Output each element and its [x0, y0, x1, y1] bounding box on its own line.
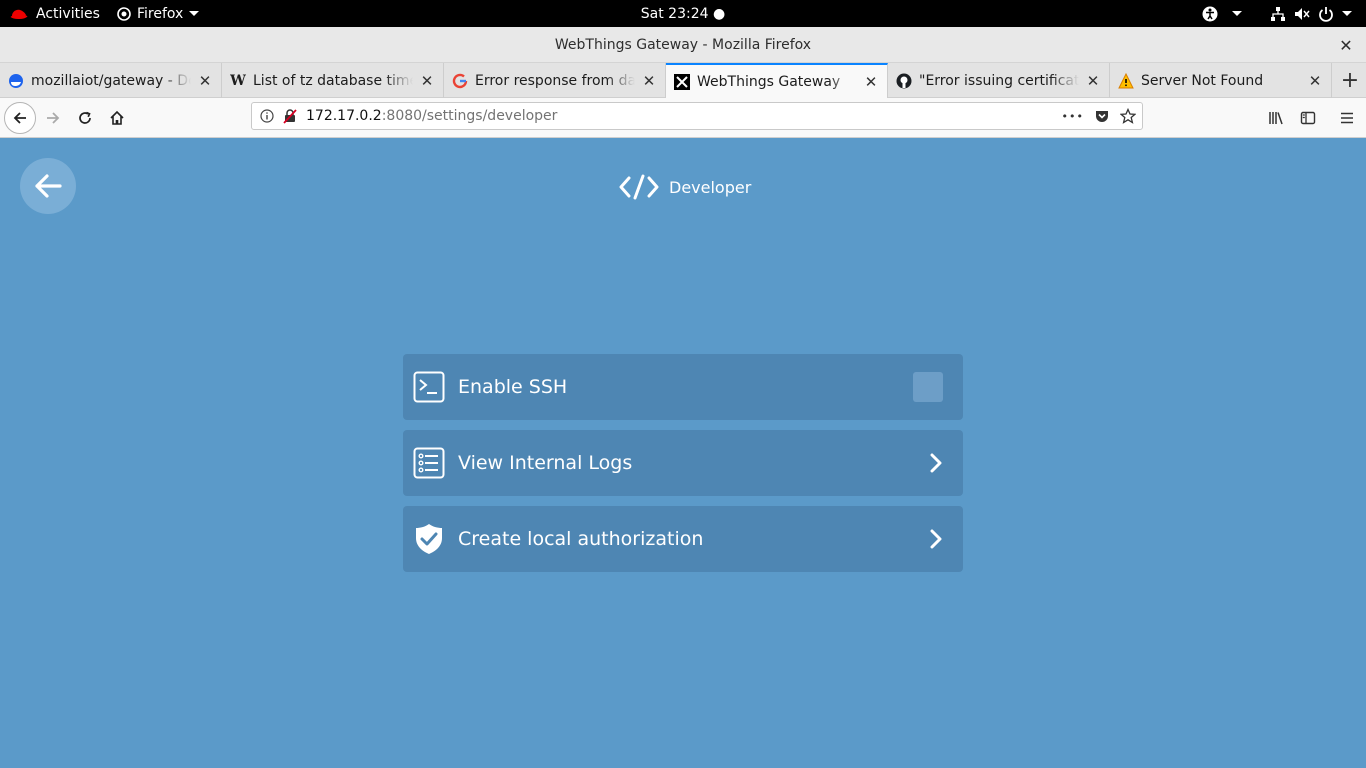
page-back-button[interactable]	[20, 158, 76, 214]
system-tray[interactable]	[1202, 0, 1352, 27]
google-icon	[452, 73, 468, 89]
power-icon[interactable]	[1318, 6, 1334, 22]
app-menu-label: Firefox	[137, 5, 184, 22]
chevron-right-icon	[930, 453, 942, 473]
github-icon	[896, 73, 912, 89]
pocket-icon[interactable]	[1094, 108, 1110, 124]
close-icon[interactable]: ✕	[1307, 72, 1323, 90]
close-icon[interactable]: ✕	[641, 72, 657, 90]
page-actions-button[interactable]: •••	[1062, 110, 1084, 123]
back-button[interactable]	[4, 102, 36, 134]
network-icon[interactable]	[1270, 6, 1286, 22]
arrow-left-icon	[35, 174, 62, 198]
window-title: WebThings Gateway - Mozilla Firefox	[554, 37, 812, 53]
clock[interactable]: Sat 23:24 ●	[641, 6, 725, 22]
library-button[interactable]	[1260, 102, 1292, 134]
tab-label: mozillaiot/gateway - Docker Hub	[31, 72, 191, 89]
arrow-right-icon	[47, 112, 60, 124]
app-menu[interactable]: Firefox	[117, 0, 200, 27]
bookmark-star-icon[interactable]	[1120, 108, 1136, 124]
code-icon	[619, 174, 659, 200]
docker-icon	[8, 73, 24, 89]
webthings-icon	[674, 73, 690, 90]
page-title: Developer	[619, 173, 751, 201]
info-icon[interactable]	[260, 109, 282, 123]
tab-label: WebThings Gateway	[697, 73, 841, 90]
close-icon[interactable]: ✕	[197, 72, 213, 90]
view-internal-logs-label: View Internal Logs	[458, 452, 633, 474]
enable-ssh-label: Enable SSH	[458, 376, 568, 398]
tab-wikipedia[interactable]: W List of tz database time zones ✕	[222, 63, 444, 98]
volume-muted-icon[interactable]	[1294, 6, 1310, 22]
close-icon[interactable]: ✕	[1085, 72, 1101, 90]
reload-icon	[79, 111, 91, 124]
insecure-lock-icon[interactable]	[282, 108, 302, 124]
enable-ssh-checkbox[interactable]	[913, 372, 943, 402]
warning-icon	[1118, 72, 1134, 89]
navigation-toolbar: 172.17.0.2:8080/settings/developer •••	[0, 98, 1366, 138]
new-tab-button[interactable]: +	[1334, 63, 1366, 98]
terminal-icon	[413, 371, 445, 403]
library-icon	[1269, 112, 1283, 125]
close-icon[interactable]: ✕	[863, 73, 879, 91]
chevron-down-icon	[189, 11, 200, 16]
page-title-label: Developer	[669, 177, 752, 197]
reload-button[interactable]	[69, 102, 101, 134]
url-bar[interactable]: 172.17.0.2:8080/settings/developer •••	[251, 102, 1143, 130]
window-close-button[interactable]: ✕	[1336, 27, 1356, 63]
create-local-authorization-label: Create local authorization	[458, 528, 704, 550]
list-icon	[413, 447, 445, 479]
enable-ssh-row[interactable]: Enable SSH	[403, 354, 963, 420]
url-path: :8080/settings/developer	[381, 108, 558, 124]
tab-label: Server Not Found	[1141, 72, 1264, 89]
menu-button[interactable]	[1331, 102, 1363, 134]
activities-button[interactable]: Activities	[10, 0, 100, 27]
system-top-bar: Activities Firefox Sat 23:24 ●	[0, 0, 1366, 27]
arrow-left-icon	[13, 112, 26, 124]
tab-label: "Error issuing certificate"	[919, 72, 1079, 89]
view-internal-logs-row[interactable]: View Internal Logs	[403, 430, 963, 496]
chevron-down-icon	[1232, 11, 1242, 16]
accessibility-icon[interactable]	[1202, 6, 1218, 22]
tab-github[interactable]: "Error issuing certificate" ✕	[888, 63, 1110, 98]
tab-strip: mozillaiot/gateway - Docker Hub ✕ W List…	[0, 63, 1366, 98]
shield-check-icon	[413, 523, 445, 555]
home-button[interactable]	[101, 102, 133, 134]
tab-label: Error response from daemon	[475, 72, 635, 89]
tab-docker[interactable]: mozillaiot/gateway - Docker Hub ✕	[0, 63, 222, 98]
wikipedia-icon: W	[230, 72, 246, 89]
tab-webthings[interactable]: WebThings Gateway ✕	[666, 63, 888, 98]
hamburger-menu-icon	[1341, 112, 1353, 124]
home-icon	[110, 110, 124, 125]
sidebar-icon	[1300, 111, 1316, 125]
activities-label: Activities	[36, 5, 100, 22]
window-title-bar: WebThings Gateway - Mozilla Firefox ✕	[0, 27, 1366, 63]
sidebar-button[interactable]	[1292, 102, 1324, 134]
close-icon[interactable]: ✕	[419, 72, 435, 90]
create-local-authorization-row[interactable]: Create local authorization	[403, 506, 963, 572]
url-host: 172.17.0.2	[306, 108, 382, 124]
firefox-icon	[117, 6, 131, 21]
tab-label: List of tz database time zones	[253, 72, 413, 89]
forward-button[interactable]	[37, 102, 69, 134]
redhat-icon	[10, 9, 28, 19]
tab-google[interactable]: Error response from daemon ✕	[444, 63, 666, 98]
chevron-down-icon	[1342, 11, 1352, 16]
tab-server-not-found[interactable]: Server Not Found ✕	[1110, 63, 1332, 98]
developer-settings-page: Developer Enable SSH View Internal Logs …	[0, 139, 1366, 768]
chevron-right-icon	[930, 529, 942, 549]
